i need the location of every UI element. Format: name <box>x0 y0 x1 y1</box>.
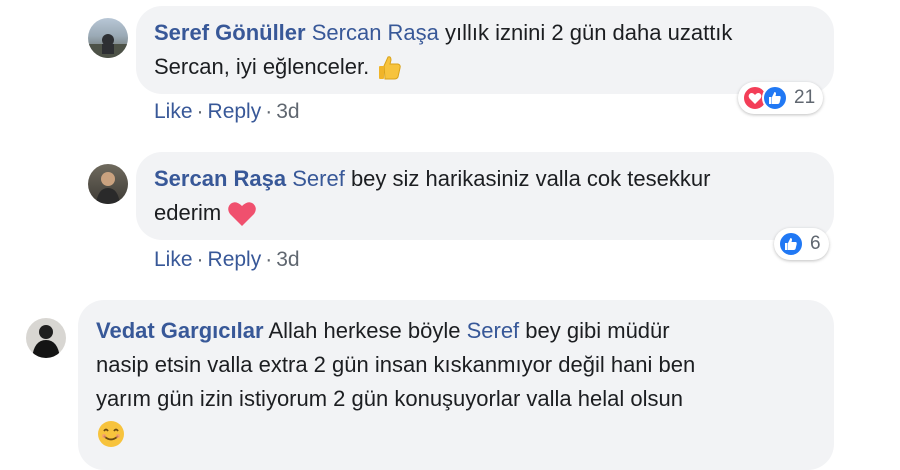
comment-text: bey gibi müdür <box>525 318 670 343</box>
smiling-face-icon <box>98 421 124 448</box>
reaction-count: 6 <box>810 233 821 254</box>
like-link[interactable]: Like <box>154 100 193 123</box>
like-reaction-icon <box>778 231 804 257</box>
mention-link[interactable]: Seref <box>292 166 345 191</box>
mention-link[interactable]: Seref <box>467 318 520 343</box>
comment-text: nasip etsin valla extra 2 gün insan kısk… <box>96 352 696 377</box>
like-reaction-icon <box>762 85 788 111</box>
heart-icon <box>228 202 257 227</box>
avatar-landscape-icon <box>88 34 128 58</box>
mention-link[interactable]: Sercan Raşa <box>312 20 439 45</box>
comment-actions: Like · Reply · 3d <box>154 248 300 272</box>
like-link[interactable]: Like <box>154 248 193 271</box>
comment-actions: Like · Reply · 3d <box>154 100 300 124</box>
separator: · <box>265 100 273 123</box>
reaction-summary[interactable]: 6 <box>774 228 829 260</box>
avatar[interactable] <box>88 18 128 58</box>
comment-text: yıllık iznini 2 gün daha uzattık <box>445 20 733 45</box>
comment-text: ederim <box>154 200 222 225</box>
comment-text: yarım gün izin istiyorum 2 gün konuşuyor… <box>96 386 683 411</box>
comment-text: Allah herkese böyle <box>268 318 461 343</box>
avatar-person-icon <box>32 325 60 358</box>
thumbs-up-icon <box>379 56 402 80</box>
avatar[interactable] <box>88 164 128 204</box>
reply-link[interactable]: Reply <box>208 248 262 271</box>
comment-author[interactable]: Sercan Raşa <box>154 166 286 191</box>
comment-text: Sercan, iyi eğlenceler. <box>154 54 370 79</box>
avatar-person-icon <box>96 172 120 204</box>
comment-bubble: Seref Gönüller Sercan Raşa yıllık iznini… <box>136 6 834 94</box>
timestamp[interactable]: 3d <box>276 248 299 271</box>
timestamp[interactable]: 3d <box>276 100 299 123</box>
reaction-summary[interactable]: 21 <box>738 82 824 114</box>
comment-text: bey siz harikasiniz valla cok tesekkur <box>350 166 711 191</box>
comment-author[interactable]: Vedat Gargıcılar <box>96 318 264 343</box>
comment-bubble: Sercan Raşa Seref bey siz harikasiniz va… <box>136 152 834 240</box>
avatar[interactable] <box>26 318 66 358</box>
separator: · <box>265 248 273 271</box>
reaction-count: 21 <box>794 87 816 108</box>
reply-link[interactable]: Reply <box>208 100 262 123</box>
comment-author[interactable]: Seref Gönüller <box>154 20 306 45</box>
comment-bubble: Vedat Gargıcılar Allah herkese böyle Ser… <box>78 300 834 470</box>
separator: · <box>196 100 204 123</box>
separator: · <box>196 248 204 271</box>
